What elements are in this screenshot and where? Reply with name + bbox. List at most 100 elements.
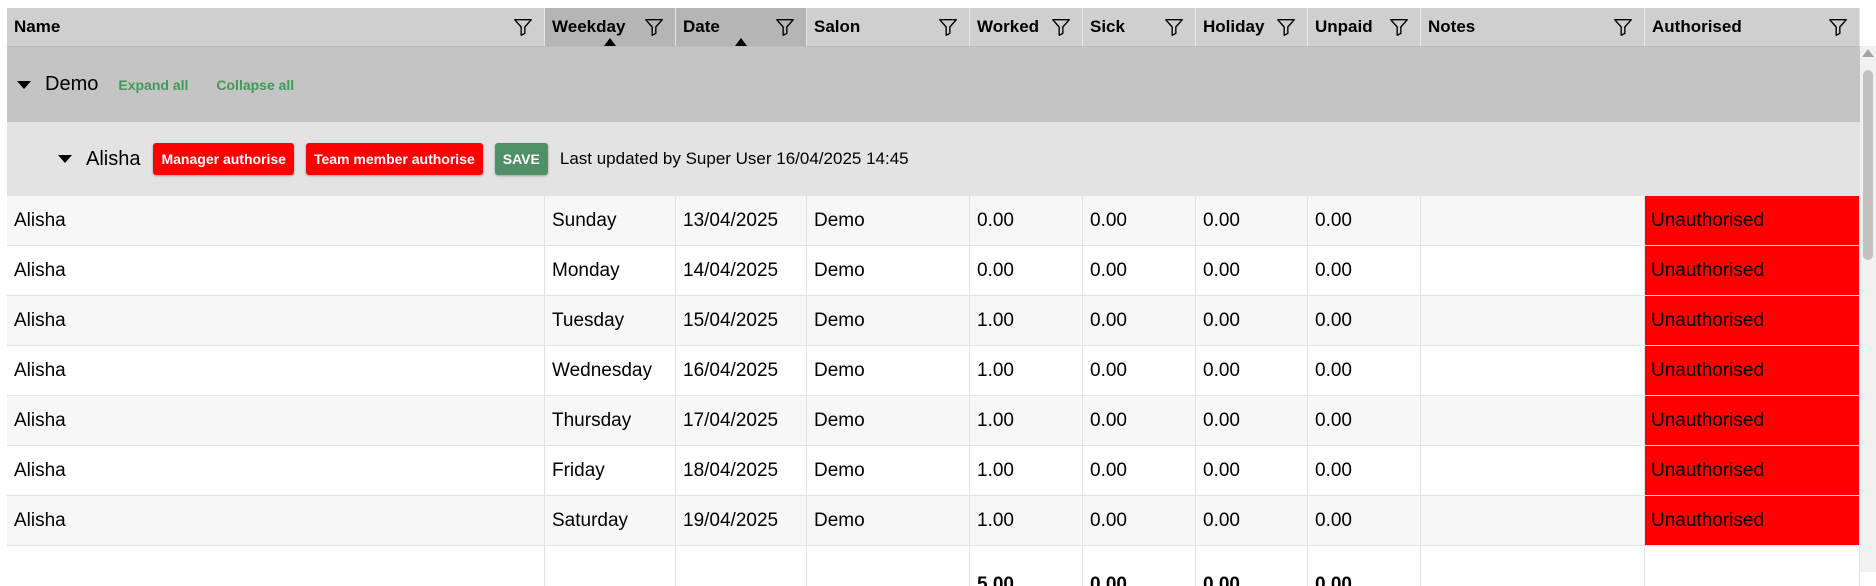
filter-icon[interactable]	[937, 16, 959, 38]
table-row[interactable]: Alisha Thursday 17/04/2025 Demo 1.00 0.0…	[7, 396, 1860, 446]
header-date[interactable]: Date	[676, 8, 807, 46]
cell-worked[interactable]: 1.00	[970, 446, 1083, 495]
filter-icon[interactable]	[1612, 16, 1634, 38]
table-row[interactable]: Alisha Monday 14/04/2025 Demo 0.00 0.00 …	[7, 246, 1860, 296]
filter-icon[interactable]	[1163, 16, 1185, 38]
total-sick-value: 0.00	[1090, 574, 1127, 586]
filter-icon[interactable]	[643, 16, 665, 38]
cell-authorised: Unauthorised	[1645, 496, 1860, 545]
cell-sick[interactable]: 0.00	[1083, 246, 1196, 295]
table-row[interactable]: Alisha Tuesday 15/04/2025 Demo 1.00 0.00…	[7, 296, 1860, 346]
cell-worked[interactable]: 1.00	[970, 296, 1083, 345]
cell-sick[interactable]: 0.00	[1083, 296, 1196, 345]
total-holiday: 0.00	[1196, 546, 1308, 586]
group-label: Demo	[45, 73, 99, 95]
filter-icon[interactable]	[1275, 16, 1297, 38]
cell-unpaid[interactable]: 0.00	[1308, 196, 1421, 245]
cell-authorised: Unauthorised	[1645, 296, 1860, 345]
header-worked[interactable]: Worked	[970, 8, 1083, 46]
cell-unpaid[interactable]: 0.00	[1308, 296, 1421, 345]
table-row[interactable]: Alisha Wednesday 16/04/2025 Demo 1.00 0.…	[7, 346, 1860, 396]
filter-icon[interactable]	[1827, 16, 1849, 38]
total-notes-cell	[1421, 546, 1645, 586]
cell-notes[interactable]	[1421, 346, 1645, 395]
subgroup-label: Alisha	[86, 147, 141, 170]
cell-holiday[interactable]: 0.00	[1196, 296, 1308, 345]
header-sick-label: Sick	[1090, 17, 1125, 36]
cell-salon: Demo	[807, 296, 970, 345]
cell-sick[interactable]: 0.00	[1083, 396, 1196, 445]
header-weekday[interactable]: Weekday	[545, 8, 676, 46]
cell-holiday[interactable]: 0.00	[1196, 396, 1308, 445]
cell-unpaid[interactable]: 0.00	[1308, 496, 1421, 545]
cell-salon: Demo	[807, 446, 970, 495]
cell-notes[interactable]	[1421, 296, 1645, 345]
sort-ascending-icon[interactable]	[604, 38, 616, 46]
cell-weekday: Friday	[545, 446, 676, 495]
cell-notes[interactable]	[1421, 446, 1645, 495]
cell-name: Alisha	[7, 296, 545, 345]
table-row[interactable]: Alisha Saturday 19/04/2025 Demo 1.00 0.0…	[7, 496, 1860, 546]
total-salon-cell	[807, 546, 970, 586]
cell-notes[interactable]	[1421, 246, 1645, 295]
cell-unpaid[interactable]: 0.00	[1308, 396, 1421, 445]
manager-authorise-button[interactable]: Manager authorise	[153, 143, 294, 175]
scrollbar-thumb[interactable]	[1863, 70, 1873, 260]
cell-notes[interactable]	[1421, 396, 1645, 445]
header-authorised[interactable]: Authorised	[1645, 8, 1860, 46]
cell-worked[interactable]: 0.00	[970, 196, 1083, 245]
cell-notes[interactable]	[1421, 196, 1645, 245]
cell-date: 18/04/2025	[676, 446, 807, 495]
cell-holiday[interactable]: 0.00	[1196, 196, 1308, 245]
header-sick[interactable]: Sick	[1083, 8, 1196, 46]
table-row[interactable]: Alisha Friday 18/04/2025 Demo 1.00 0.00 …	[7, 446, 1860, 496]
cell-authorised: Unauthorised	[1645, 446, 1860, 495]
cell-worked[interactable]: 0.00	[970, 246, 1083, 295]
cell-holiday[interactable]: 0.00	[1196, 346, 1308, 395]
cell-unpaid[interactable]: 0.00	[1308, 246, 1421, 295]
cell-sick[interactable]: 0.00	[1083, 446, 1196, 495]
team-member-authorise-button[interactable]: Team member authorise	[305, 143, 483, 175]
cell-name: Alisha	[7, 196, 545, 245]
header-unpaid-label: Unpaid	[1315, 17, 1373, 36]
cell-holiday[interactable]: 0.00	[1196, 246, 1308, 295]
header-holiday[interactable]: Holiday	[1196, 8, 1308, 46]
cell-date: 16/04/2025	[676, 346, 807, 395]
table-row[interactable]: Alisha Sunday 13/04/2025 Demo 0.00 0.00 …	[7, 196, 1860, 246]
header-salon[interactable]: Salon	[807, 8, 970, 46]
cell-holiday[interactable]: 0.00	[1196, 446, 1308, 495]
vertical-scrollbar[interactable]	[1860, 46, 1876, 572]
sort-ascending-icon[interactable]	[735, 38, 747, 46]
header-unpaid[interactable]: Unpaid	[1308, 8, 1421, 46]
cell-notes[interactable]	[1421, 496, 1645, 545]
cell-weekday: Wednesday	[545, 346, 676, 395]
filter-icon[interactable]	[512, 16, 534, 38]
cell-worked[interactable]: 1.00	[970, 346, 1083, 395]
filter-icon[interactable]	[1388, 16, 1410, 38]
filter-icon[interactable]	[1050, 16, 1072, 38]
cell-weekday: Saturday	[545, 496, 676, 545]
cell-unpaid[interactable]: 0.00	[1308, 346, 1421, 395]
header-notes[interactable]: Notes	[1421, 8, 1645, 46]
total-holiday-value: 0.00	[1203, 574, 1240, 586]
expand-all-link[interactable]: Expand all	[118, 77, 188, 93]
cell-worked[interactable]: 1.00	[970, 396, 1083, 445]
save-button[interactable]: SAVE	[494, 143, 548, 175]
collapse-all-link[interactable]: Collapse all	[216, 77, 294, 93]
cell-sick[interactable]: 0.00	[1083, 496, 1196, 545]
scroll-up-icon[interactable]	[1862, 49, 1874, 57]
header-name[interactable]: Name	[7, 8, 545, 46]
cell-unpaid[interactable]: 0.00	[1308, 446, 1421, 495]
cell-holiday[interactable]: 0.00	[1196, 496, 1308, 545]
caret-down-icon[interactable]	[58, 155, 72, 163]
cell-salon: Demo	[807, 346, 970, 395]
cell-sick[interactable]: 0.00	[1083, 196, 1196, 245]
cell-name: Alisha	[7, 346, 545, 395]
cell-worked[interactable]: 1.00	[970, 496, 1083, 545]
filter-icon[interactable]	[774, 16, 796, 38]
cell-sick[interactable]: 0.00	[1083, 346, 1196, 395]
total-authorised-cell	[1645, 546, 1860, 586]
cell-name: Alisha	[7, 496, 545, 545]
caret-down-icon[interactable]	[17, 80, 31, 89]
grid-body: Alisha Sunday 13/04/2025 Demo 0.00 0.00 …	[7, 196, 1860, 546]
